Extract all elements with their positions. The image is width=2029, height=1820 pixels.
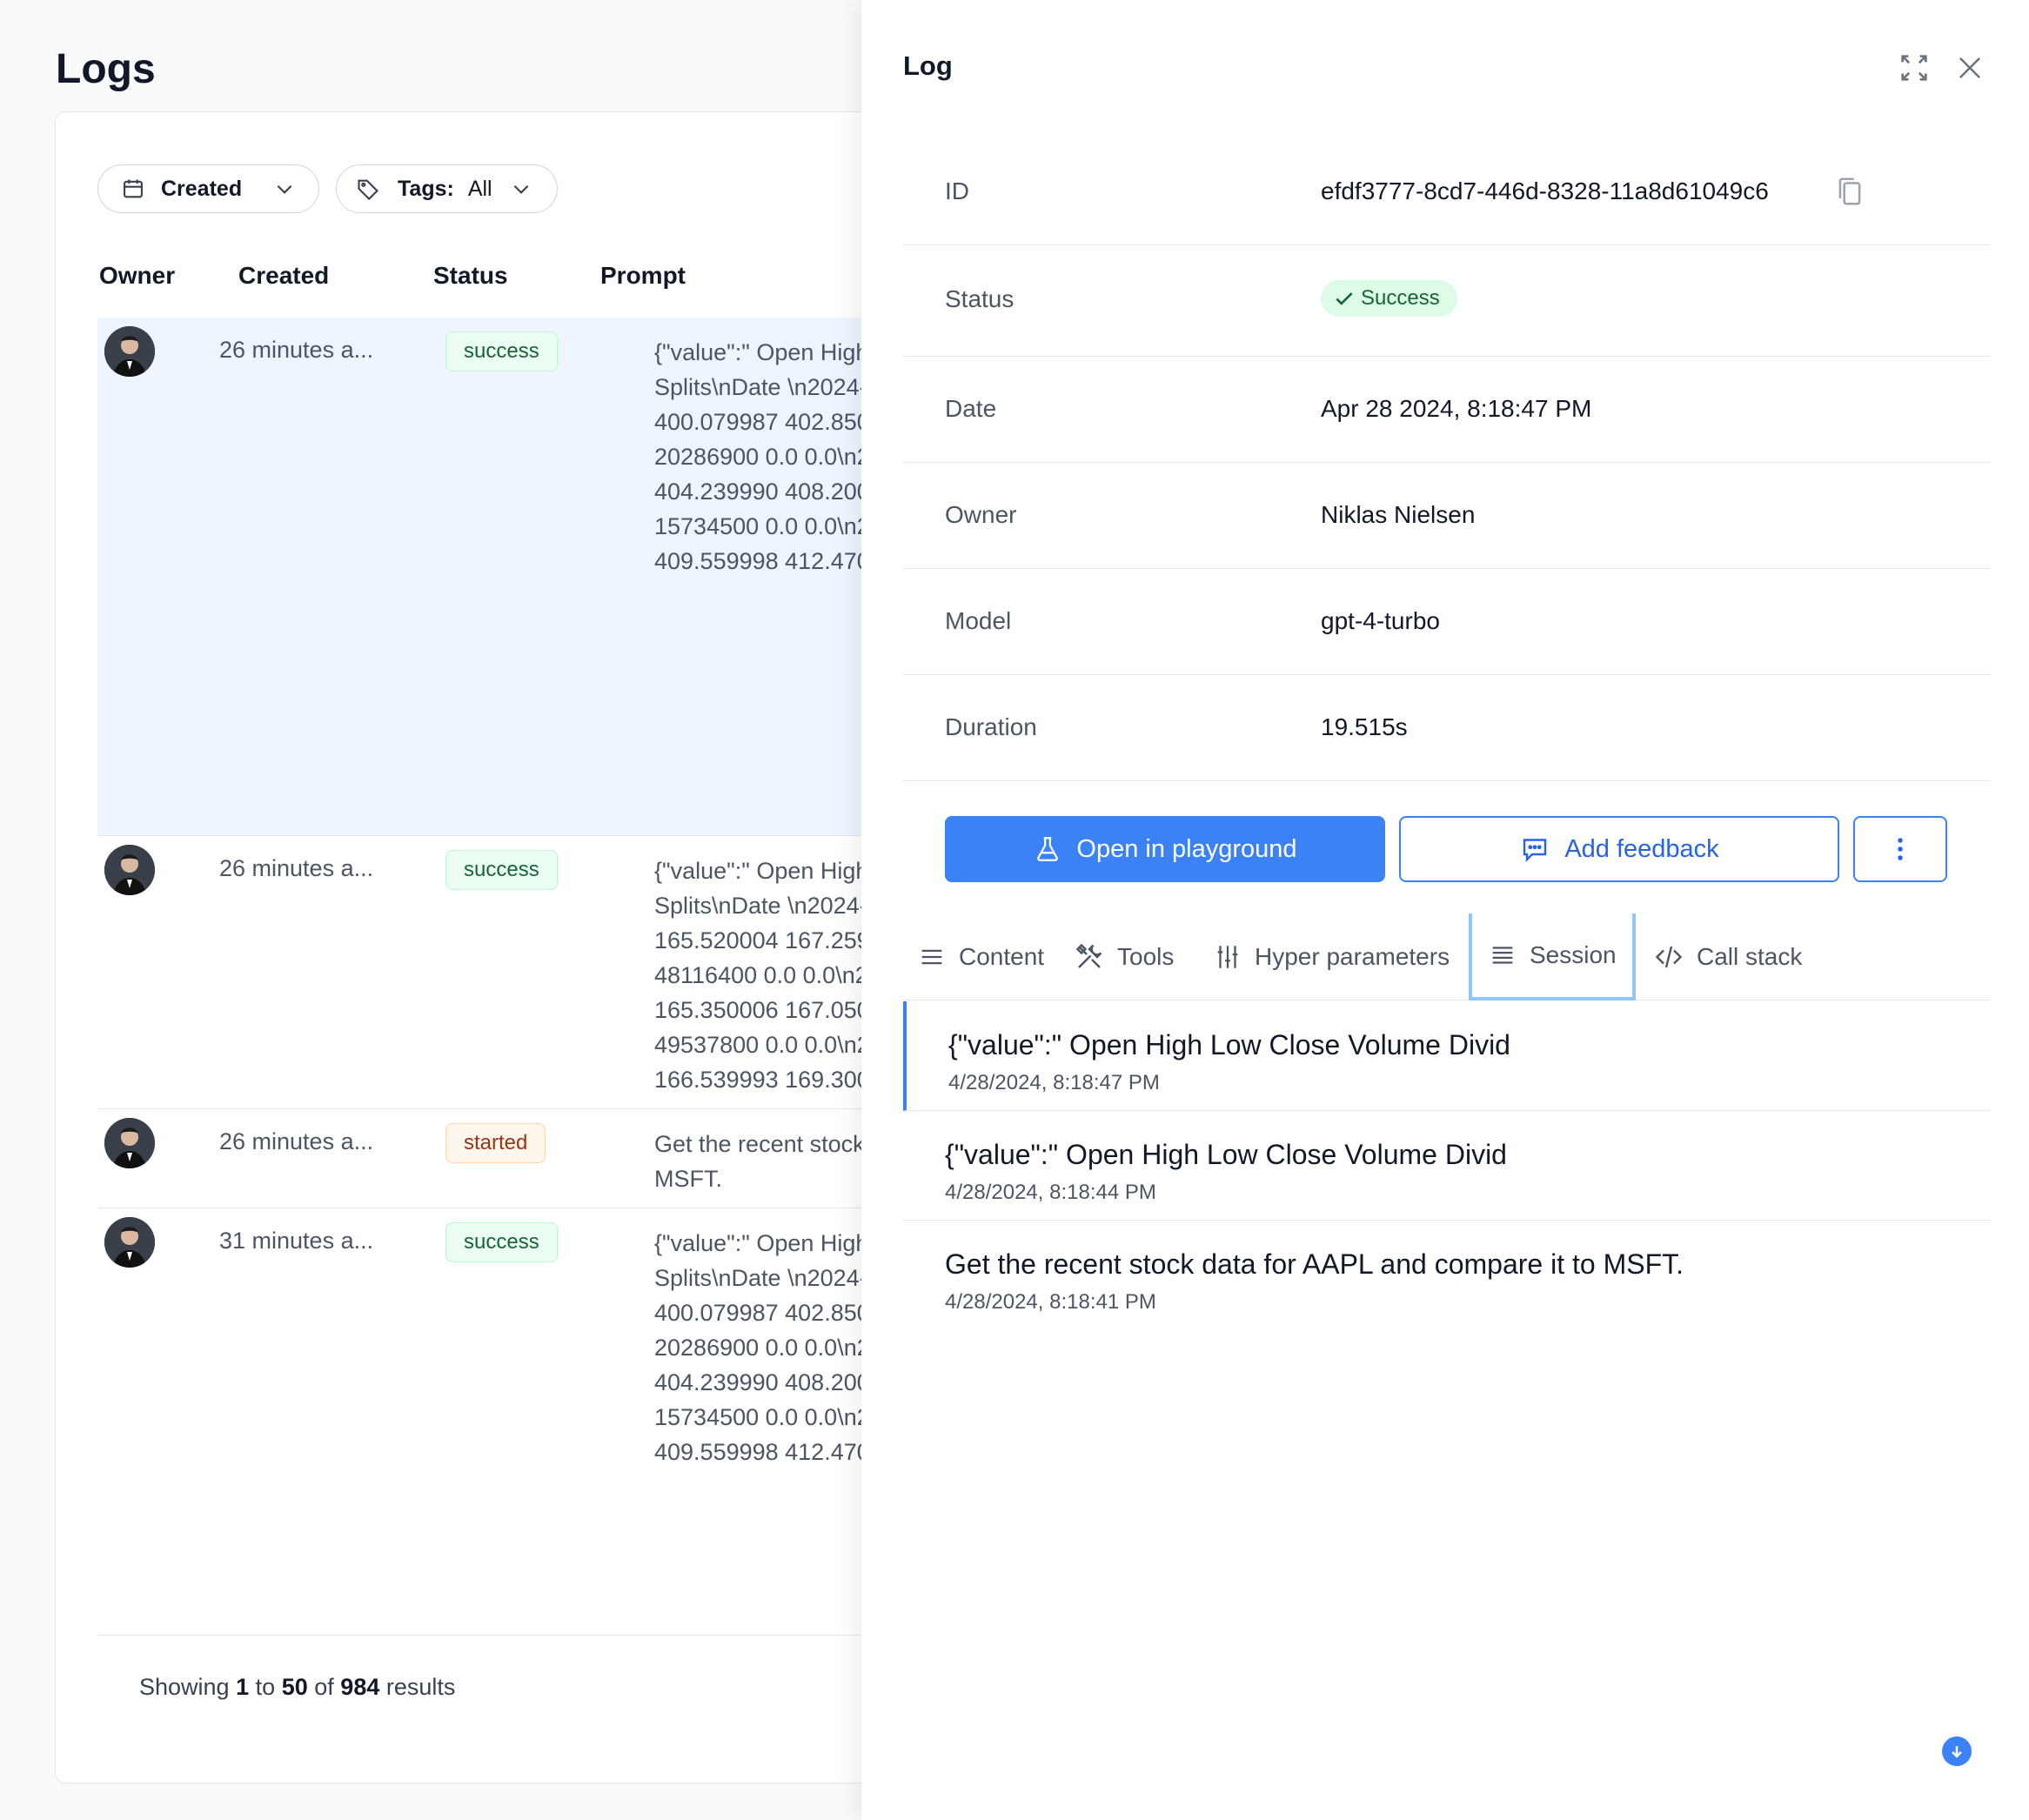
add-feedback-button[interactable]: Add feedback (1399, 816, 1839, 882)
lines-icon (1488, 940, 1517, 970)
session-item-time: 4/28/2024, 8:18:41 PM (945, 1290, 1156, 1314)
status-badge: Success (1321, 280, 1457, 317)
code-icon (1653, 941, 1684, 973)
created-filter-button[interactable]: Created (97, 164, 319, 213)
date-value: Apr 28 2024, 8:18:47 PM (1321, 395, 1592, 422)
tab-call-stack[interactable]: Call stack (1653, 913, 1802, 1000)
chat-bubble-icon (1519, 833, 1550, 865)
avatar (104, 1118, 155, 1168)
detail-label: Owner (945, 501, 1017, 528)
detail-tabs: Content Tools Hyper parameters Session C… (903, 913, 1991, 1000)
detail-row-date: Date Apr 28 2024, 8:18:47 PM (903, 357, 1991, 463)
log-detail-drawer: Log ID efdf3777-8cd7-446d-8328-11a8d6104… (861, 0, 2029, 1820)
avatar (104, 326, 155, 377)
column-header-owner[interactable]: Owner (99, 262, 175, 290)
status-badge: success (445, 850, 558, 890)
tag-icon (356, 177, 380, 201)
sliders-icon (1213, 942, 1242, 972)
page-title: Logs (56, 46, 156, 92)
detail-row-duration: Duration 19.515s (903, 675, 1991, 781)
tab-session[interactable]: Session (1469, 913, 1636, 1000)
tags-filter-label: Tags: (398, 176, 454, 201)
detail-label: Model (945, 607, 1012, 634)
created-filter-label: Created (161, 176, 243, 201)
drawer-title: Log (903, 50, 953, 81)
column-header-created[interactable]: Created (238, 262, 329, 290)
column-header-prompt[interactable]: Prompt (600, 262, 686, 290)
session-item[interactable]: Get the recent stock data for AAPL and c… (903, 1221, 1991, 1330)
tab-content[interactable]: Content (917, 913, 1044, 1000)
avatar (104, 1217, 155, 1268)
add-feedback-label: Add feedback (1564, 834, 1719, 863)
detail-row-model: Model gpt-4-turbo (903, 569, 1991, 675)
status-badge: success (445, 331, 558, 371)
session-item-time: 4/28/2024, 8:18:44 PM (945, 1181, 1156, 1204)
owner-value: Niklas Nielsen (1321, 501, 1476, 528)
detail-label: ID (945, 177, 969, 204)
session-item-time: 4/28/2024, 8:18:47 PM (948, 1071, 1160, 1094)
model-value: gpt-4-turbo (1321, 607, 1440, 634)
tab-tools[interactable]: Tools (1074, 913, 1174, 1000)
more-options-button[interactable] (1853, 816, 1947, 882)
session-item-text: Get the recent stock data for AAPL and c… (945, 1248, 1684, 1280)
detail-label: Date (945, 395, 997, 422)
created-cell: 31 minutes a... (219, 1228, 374, 1254)
avatar (104, 845, 155, 895)
chevron-down-icon (273, 177, 296, 200)
created-cell: 26 minutes a... (219, 337, 374, 363)
status-badge: started (445, 1123, 546, 1163)
scroll-down-icon[interactable] (1942, 1736, 1972, 1766)
lines-icon (917, 942, 947, 972)
flask-icon (1033, 834, 1062, 864)
detail-row-owner: Owner Niklas Nielsen (903, 463, 1991, 569)
more-vertical-icon (1896, 836, 1905, 862)
detail-label: Duration (945, 713, 1037, 740)
created-cell: 26 minutes a... (219, 855, 374, 881)
log-id-value: efdf3777-8cd7-446d-8328-11a8d61049c6 (1321, 177, 1769, 204)
status-badge: success (445, 1222, 558, 1262)
tab-hyper-parameters[interactable]: Hyper parameters (1213, 913, 1450, 1000)
session-item-text: {"value":" Open High Low Close Volume Di… (945, 1139, 1507, 1170)
tags-filter-value: All (467, 176, 492, 201)
session-item[interactable]: {"value":" Open High Low Close Volume Di… (903, 1111, 1991, 1221)
open-in-playground-button[interactable]: Open in playground (945, 816, 1385, 882)
pagination-summary: Showing 1 to 50 of 984 results (139, 1674, 456, 1700)
close-icon[interactable] (1949, 47, 1991, 89)
created-cell: 26 minutes a... (219, 1128, 374, 1154)
tags-filter-button[interactable]: Tags: All (336, 164, 558, 213)
detail-row-status: Status Success (903, 245, 1991, 357)
detail-row-id: ID efdf3777-8cd7-446d-8328-11a8d61049c6 (903, 139, 1991, 245)
copy-icon[interactable] (1831, 172, 1869, 211)
duration-value: 19.515s (1321, 713, 1408, 740)
tools-icon (1074, 941, 1105, 973)
detail-label: Status (945, 285, 1014, 312)
expand-icon[interactable] (1893, 47, 1935, 89)
calendar-icon (121, 177, 145, 201)
column-header-status[interactable]: Status (433, 262, 508, 290)
status-value: Success (1361, 286, 1440, 310)
chevron-down-icon (510, 177, 532, 200)
session-item-text: {"value":" Open High Low Close Volume Di… (948, 1029, 1510, 1061)
check-icon (1333, 287, 1356, 310)
open-in-playground-label: Open in playground (1076, 834, 1297, 863)
session-item[interactable]: {"value":" Open High Low Close Volume Di… (903, 1001, 1991, 1111)
